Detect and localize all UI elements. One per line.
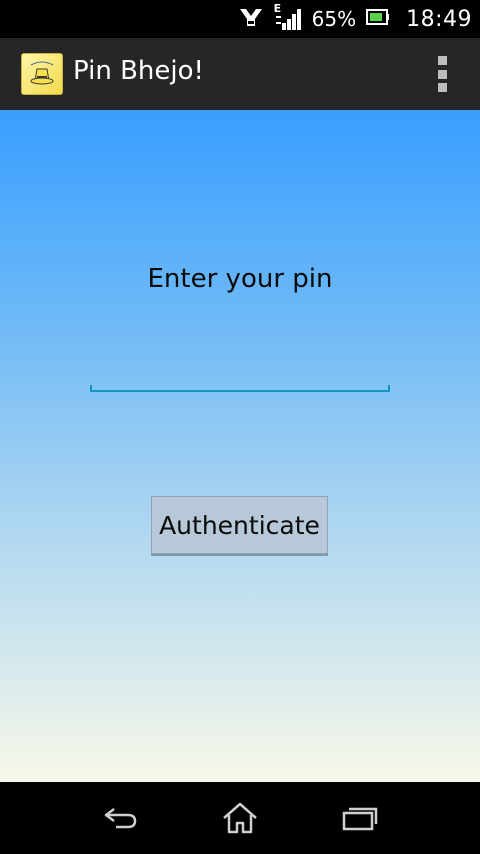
clock: 18:49 (406, 6, 472, 32)
app-title: Pin Bhejo! (73, 56, 204, 86)
notification-app-icon (238, 6, 264, 32)
status-icons: E 65% 18:49 (238, 0, 472, 38)
recent-apps-icon[interactable] (330, 796, 390, 840)
status-bar: E 65% 18:49 (0, 0, 480, 38)
battery-percent: 65% (311, 7, 357, 31)
pin-prompt-label: Enter your pin (147, 264, 333, 294)
overflow-dot (437, 56, 447, 65)
navigation-bar (0, 782, 480, 854)
main-content: Enter your pin Authenticate (0, 110, 480, 782)
overflow-dot (437, 83, 447, 92)
pin-input-underline (90, 385, 390, 392)
battery-icon (366, 7, 390, 31)
underline-right-tick (388, 385, 390, 392)
overflow-dot (437, 69, 447, 79)
signal-icon: E (274, 2, 302, 32)
back-icon[interactable] (90, 796, 150, 840)
home-icon[interactable] (210, 796, 270, 840)
underline-left-tick (90, 385, 92, 392)
underline-line (90, 390, 390, 392)
action-bar: Pin Bhejo! (0, 38, 480, 112)
authenticate-button[interactable]: Authenticate (151, 496, 328, 554)
app-logo-icon[interactable] (21, 53, 63, 95)
overflow-menu-icon[interactable] (436, 56, 448, 92)
